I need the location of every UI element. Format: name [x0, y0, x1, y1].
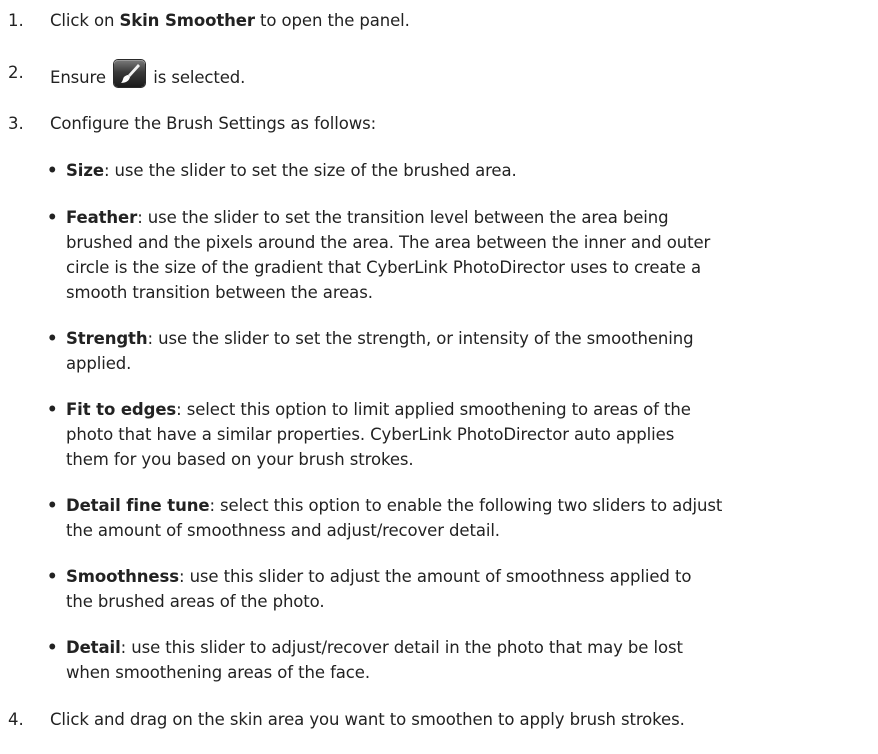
- skin-smoother-term: Skin Smoother: [119, 11, 255, 30]
- bullet-text: : use this slider to adjust/recover deta…: [120, 638, 683, 657]
- bullet-text: : use the slider to set the transition l…: [137, 208, 669, 227]
- bullet-text-line: smooth transition between the areas.: [66, 283, 373, 302]
- bullet-term: Detail fine tune: [66, 496, 210, 515]
- bullet-text-line: applied.: [66, 354, 132, 373]
- document-page: 1. Click on Skin Smoother to open the pa…: [0, 0, 878, 754]
- bullet-text: : use the slider to set the size of the …: [103, 161, 517, 180]
- step-number: 4.: [8, 710, 24, 729]
- bullet-term: Size: [66, 161, 104, 180]
- step-1-pre: Click on: [50, 11, 120, 30]
- step-1-text: Click on Skin Smoother to open the panel…: [50, 10, 410, 32]
- bullet-text-line: the brushed areas of the photo.: [66, 592, 325, 611]
- step-number: 1.: [8, 11, 24, 30]
- bullet-term: Feather: [66, 208, 138, 227]
- bullet-text-line: when smoothening areas of the face.: [66, 663, 370, 682]
- bullet-glyph: •: [47, 400, 58, 419]
- bullet-smoothness: Smoothness: use this slider to adjust th…: [66, 566, 691, 588]
- bullet-term: Strength: [66, 329, 148, 348]
- bullet-text: : use this slider to adjust the amount o…: [178, 567, 692, 586]
- step-4-text: Click and drag on the skin area you want…: [50, 710, 685, 729]
- bullet-text-line: the amount of smoothness and adjust/reco…: [66, 521, 500, 540]
- bullet-detail-fine-tune: Detail fine tune: select this option to …: [66, 495, 722, 517]
- bullet-glyph: •: [47, 496, 58, 515]
- bullet-text: : use the slider to set the strength, or…: [147, 329, 694, 348]
- bullet-text-line: photo that have a similar properties. Cy…: [66, 425, 675, 444]
- bullet-text-line: them for you based on your brush strokes…: [66, 450, 414, 469]
- step-3-text: Configure the Brush Settings as follows:: [50, 114, 377, 133]
- step-number: 2.: [8, 63, 24, 82]
- brush-icon: [114, 60, 146, 87]
- step-2-text: Ensure is selected.: [50, 60, 246, 89]
- bullet-term: Smoothness: [66, 567, 179, 586]
- bullet-size: Size: use the slider to set the size of …: [66, 160, 517, 182]
- bullet-fit-to-edges: Fit to edges: select this option to limi…: [66, 399, 691, 421]
- step-2-post: is selected.: [148, 68, 246, 87]
- bullet-detail: Detail: use this slider to adjust/recove…: [66, 637, 683, 659]
- step-1-post: to open the panel.: [254, 11, 410, 30]
- bullet-text-line: circle is the size of the gradient that …: [66, 258, 702, 277]
- bullet-term: Fit to edges: [66, 400, 177, 419]
- bullet-text-line: brushed and the pixels around the area. …: [66, 233, 711, 252]
- step-number: 3.: [8, 114, 24, 133]
- bullet-glyph: •: [47, 638, 58, 657]
- bullet-term: Detail: [66, 638, 121, 657]
- bullet-text: : select this option to limit applied sm…: [176, 400, 691, 419]
- bullet-glyph: •: [47, 208, 58, 227]
- bullet-text: : select this option to enable the follo…: [209, 496, 723, 515]
- bullet-feather: Feather: use the slider to set the trans…: [66, 207, 669, 229]
- bullet-strength: Strength: use the slider to set the stre…: [66, 328, 694, 350]
- step-2-pre: Ensure: [50, 68, 112, 87]
- bullet-glyph: •: [47, 329, 58, 348]
- bullet-glyph: •: [47, 567, 58, 586]
- bullet-glyph: •: [47, 161, 58, 180]
